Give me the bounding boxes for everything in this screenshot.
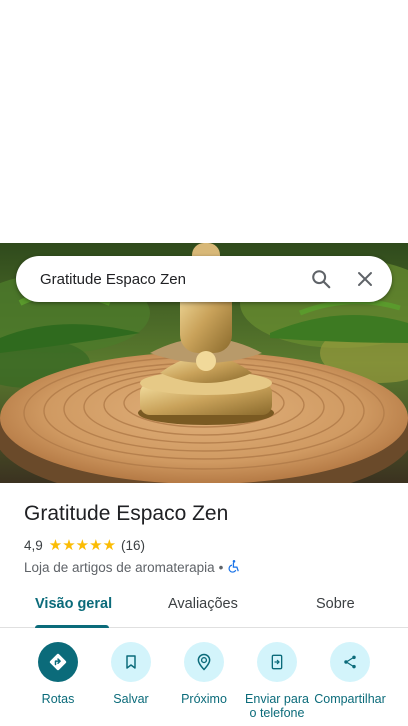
- nearby-button[interactable]: Próximo: [164, 642, 244, 706]
- active-tab-indicator: [35, 625, 109, 628]
- separator-dot: •: [218, 559, 224, 575]
- send-to-phone-button[interactable]: Enviar para o telefone: [237, 642, 317, 720]
- share-button[interactable]: Compartilhar: [310, 642, 390, 706]
- wheelchair-icon: [227, 559, 241, 576]
- action-bar: Rotas Salvar Próximo Enviar para o telef…: [0, 640, 408, 726]
- save-label: Salvar: [113, 692, 149, 706]
- directions-button[interactable]: Rotas: [18, 642, 98, 706]
- share-icon: [330, 642, 370, 682]
- rating-value: 4,9: [24, 537, 43, 553]
- place-title: Gratitude Espaco Zen: [24, 502, 229, 525]
- tab-overview[interactable]: Visão geral: [35, 596, 112, 612]
- tab-bar: Visão geral Avaliações Sobre: [0, 584, 408, 628]
- star-rating-icon: ★★★★★: [48, 537, 117, 554]
- bookmark-icon: [111, 642, 151, 682]
- search-input[interactable]: Gratitude Espaco Zen: [40, 271, 299, 288]
- place-info: Gratitude Espaco Zen 4,9 ★★★★★ (16) Loja…: [24, 500, 394, 576]
- send-to-phone-icon: [257, 642, 297, 682]
- search-bar[interactable]: Gratitude Espaco Zen: [16, 256, 392, 302]
- rating-row[interactable]: 4,9 ★★★★★ (16): [24, 536, 394, 554]
- category-row: Loja de artigos de aromaterapia •: [24, 558, 394, 576]
- search-icon[interactable]: [299, 257, 343, 301]
- map-area[interactable]: [0, 0, 408, 243]
- save-button[interactable]: Salvar: [91, 642, 171, 706]
- share-label: Compartilhar: [314, 692, 386, 706]
- review-count[interactable]: (16): [121, 538, 145, 553]
- nearby-label: Próximo: [181, 692, 227, 706]
- nearby-icon: [184, 642, 224, 682]
- directions-label: Rotas: [41, 692, 75, 706]
- tab-about[interactable]: Sobre: [316, 596, 355, 612]
- tab-reviews[interactable]: Avaliações: [168, 596, 238, 612]
- close-icon[interactable]: [343, 257, 387, 301]
- place-category: Loja de artigos de aromaterapia: [24, 559, 215, 575]
- send-to-phone-label: Enviar para o telefone: [245, 692, 309, 720]
- directions-icon: [38, 642, 78, 682]
